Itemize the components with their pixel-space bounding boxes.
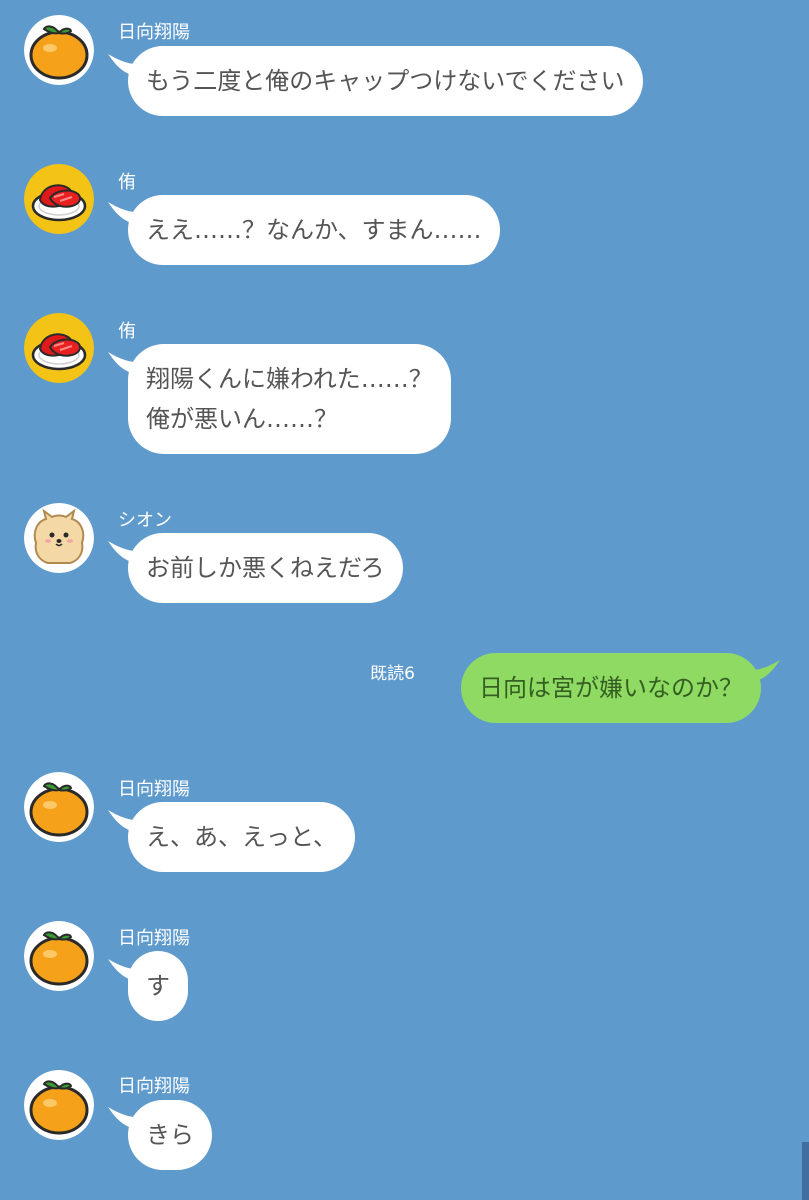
message-text-line: 俺が悪いん……？ bbox=[146, 405, 338, 433]
message-text: お前しか悪くねえだろ bbox=[146, 554, 385, 582]
message-text: え、あ、えっと、 bbox=[146, 823, 338, 851]
sushi-avatar-icon[interactable] bbox=[24, 164, 94, 234]
sender-name: 日向翔陽 bbox=[118, 22, 190, 43]
sushi-avatar-icon[interactable] bbox=[24, 313, 94, 383]
sender-name: 日向翔陽 bbox=[118, 928, 190, 949]
message-text: もう二度と俺のキャップつけないでください bbox=[146, 67, 625, 95]
message-bubble[interactable]: ええ……？なんか、すまん…… bbox=[128, 195, 500, 265]
outgoing-message-bubble[interactable]: 日向は宮が嫌いなのか？ bbox=[461, 653, 761, 723]
message-text: す bbox=[146, 972, 170, 1000]
message-bubble[interactable]: お前しか悪くねえだろ bbox=[128, 533, 403, 603]
message-text: きら bbox=[146, 1121, 194, 1149]
read-receipt: 既読6 bbox=[370, 664, 415, 684]
dog-avatar-icon[interactable] bbox=[24, 503, 94, 573]
message-bubble[interactable]: もう二度と俺のキャップつけないでください bbox=[128, 46, 643, 116]
message-text-line: 翔陽くんに嫌われた……？ bbox=[146, 365, 433, 393]
message-bubble[interactable]: 翔陽くんに嫌われた……？ 俺が悪いん……？ bbox=[128, 344, 451, 454]
sender-name: 日向翔陽 bbox=[118, 1076, 190, 1097]
message-text: 日向は宮が嫌いなのか？ bbox=[479, 674, 743, 702]
message-bubble[interactable]: きら bbox=[128, 1100, 212, 1170]
sender-name: 日向翔陽 bbox=[118, 779, 190, 800]
sender-name: 侑 bbox=[118, 321, 136, 342]
sender-name: シオン bbox=[118, 510, 172, 531]
chat-screen: { "messages": [ {"sender": "日向翔陽", "avat… bbox=[0, 0, 809, 1200]
orange-avatar-icon[interactable] bbox=[24, 921, 94, 991]
bubble-tail bbox=[752, 660, 780, 682]
message-text: ええ……？なんか、すまん…… bbox=[146, 216, 482, 244]
sender-name: 侑 bbox=[118, 172, 136, 193]
message-bubble[interactable]: す bbox=[128, 951, 188, 1021]
message-bubble[interactable]: え、あ、えっと、 bbox=[128, 802, 356, 872]
orange-avatar-icon[interactable] bbox=[24, 1070, 94, 1140]
scrollbar[interactable] bbox=[802, 1142, 809, 1200]
orange-avatar-icon[interactable] bbox=[24, 15, 94, 85]
orange-avatar-icon[interactable] bbox=[24, 772, 94, 842]
